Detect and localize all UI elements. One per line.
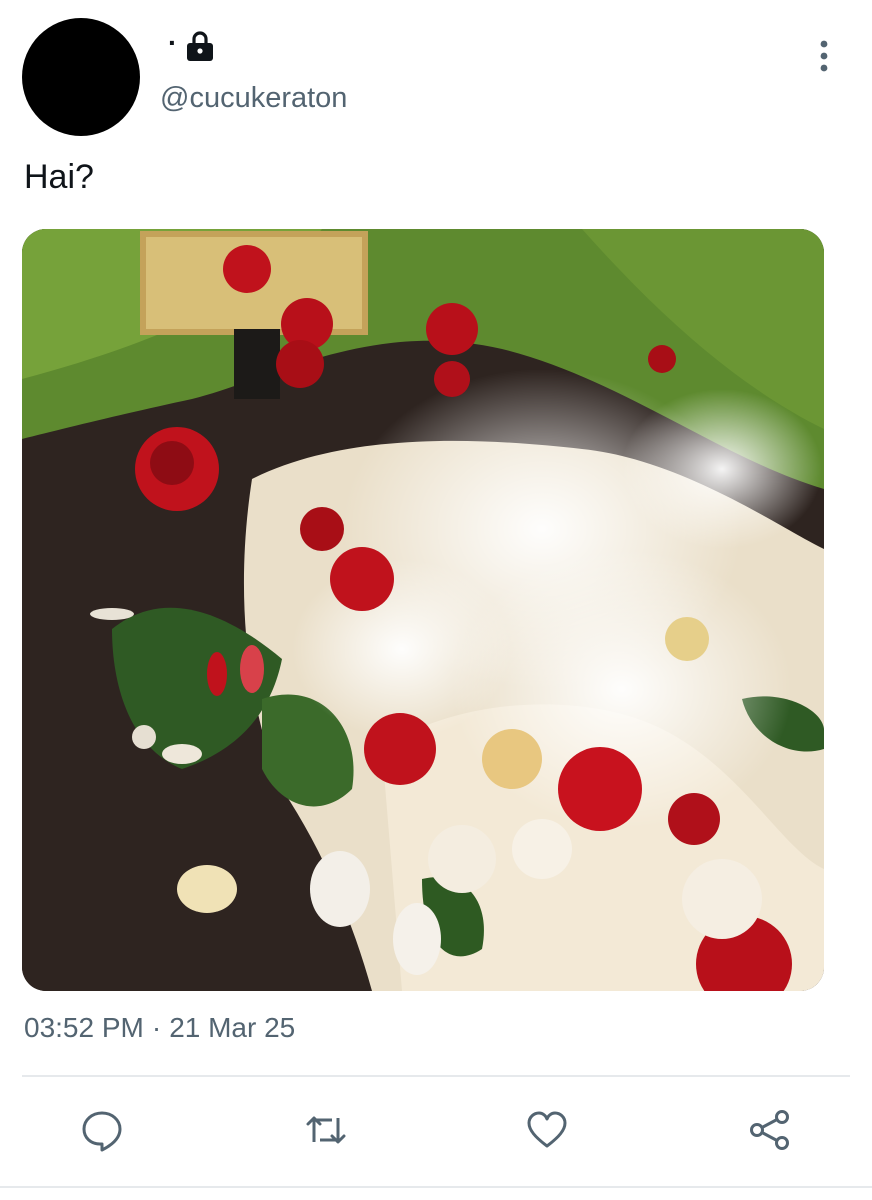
like-button[interactable] (523, 1106, 571, 1154)
avatar[interactable] (22, 18, 140, 136)
retweet-button[interactable] (302, 1106, 350, 1154)
lock-icon (187, 31, 214, 61)
more-vertical-icon[interactable] (808, 38, 840, 74)
user-name-row: · (160, 27, 215, 62)
user-handle[interactable]: @cucukeraton (160, 82, 347, 115)
retweet-icon (306, 1116, 346, 1144)
bottom-divider (0, 1186, 872, 1188)
tweet-photo[interactable] (22, 229, 824, 991)
tweet-text: Hai? (24, 158, 94, 196)
timestamp-separator: · (151, 1012, 162, 1043)
tweet-date: 21 Mar 25 (169, 1012, 296, 1043)
share-icon (750, 1110, 789, 1150)
heart-icon (527, 1111, 567, 1148)
tweet-timestamp[interactable]: 03:52 PM · 21 Mar 25 (24, 1012, 295, 1044)
reply-icon (82, 1111, 122, 1152)
reply-button[interactable] (78, 1106, 126, 1154)
photo-of-grave-with-flowers (22, 229, 824, 991)
tweet-time: 03:52 PM (24, 1012, 144, 1043)
divider (22, 1075, 850, 1077)
share-button[interactable] (746, 1106, 794, 1154)
name-separator: · (168, 27, 178, 58)
